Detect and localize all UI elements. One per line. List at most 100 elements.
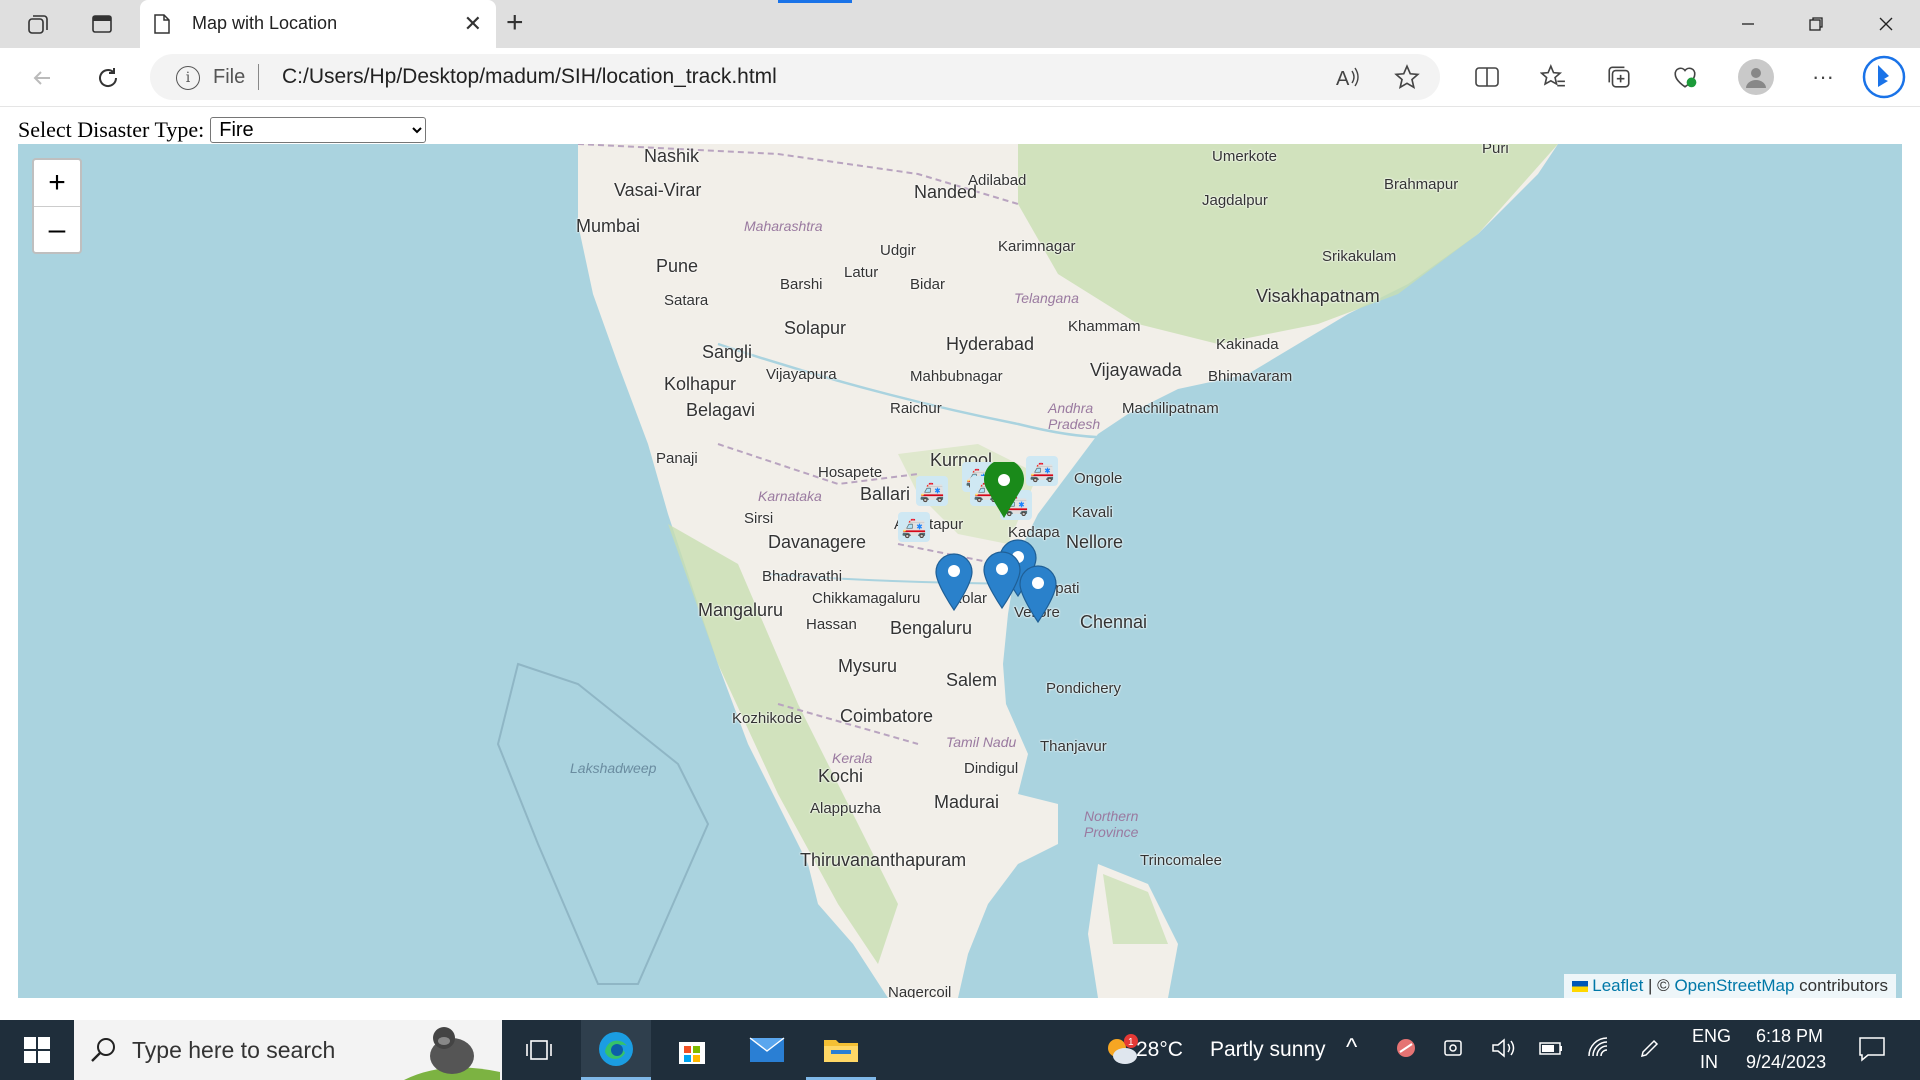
blue-location-pin[interactable] bbox=[982, 550, 1022, 610]
divider bbox=[258, 64, 259, 90]
ambulance-marker[interactable]: 🚑 bbox=[916, 476, 948, 506]
gorilla-illustration-icon bbox=[404, 1027, 500, 1080]
bing-copilot-icon[interactable] bbox=[1862, 55, 1906, 99]
address-bar[interactable]: i File C:/Users/Hp/Desktop/madum/SIH/loc… bbox=[150, 54, 1440, 100]
leaflet-link[interactable]: Leaflet bbox=[1592, 976, 1643, 995]
notifications-icon[interactable] bbox=[1858, 1036, 1886, 1068]
map-label: Dindigul bbox=[964, 760, 1019, 777]
map-label: Davanagere bbox=[768, 532, 867, 552]
browser-title-bar: Map with Location ✕ + bbox=[0, 0, 1920, 48]
map-label: Nagercoil bbox=[888, 984, 952, 998]
windows-taskbar: Type here to search 1 28°C Partly sunny … bbox=[0, 1020, 1920, 1080]
wifi-icon[interactable] bbox=[1586, 1036, 1612, 1066]
favorite-star-icon[interactable] bbox=[1390, 60, 1424, 94]
zoom-in-button[interactable]: + bbox=[34, 160, 80, 207]
blue-location-pin[interactable] bbox=[1018, 564, 1058, 624]
show-hidden-icons-icon[interactable]: ^ bbox=[1346, 1034, 1357, 1062]
mail-icon[interactable] bbox=[732, 1020, 802, 1080]
language-code[interactable]: ENG bbox=[1692, 1026, 1731, 1047]
taskbar-search-box[interactable]: Type here to search bbox=[74, 1020, 502, 1080]
collections-icon[interactable] bbox=[1602, 60, 1636, 94]
more-options-icon[interactable]: ··· bbox=[1806, 60, 1840, 94]
restore-icon[interactable] bbox=[1786, 8, 1846, 40]
close-window-icon[interactable] bbox=[1856, 8, 1916, 40]
weather-temperature[interactable]: 28°C bbox=[1136, 1038, 1183, 1062]
loading-indicator bbox=[778, 0, 852, 3]
clock-time[interactable]: 6:18 PM bbox=[1756, 1026, 1823, 1047]
map-label: Karnataka bbox=[758, 488, 822, 504]
map-label: Ballari bbox=[860, 484, 911, 504]
map-label: Ongole bbox=[1074, 470, 1123, 487]
map-label: Mysuru bbox=[838, 656, 898, 676]
map-label: Tamil Nadu bbox=[946, 734, 1017, 750]
map-label: Bhadravathi bbox=[762, 568, 843, 585]
document-icon bbox=[154, 14, 170, 34]
map-label: Madurai bbox=[934, 792, 1000, 812]
map-label: Sirsi bbox=[744, 510, 774, 527]
map-label: Bidar bbox=[910, 276, 946, 293]
map-label: Khammam bbox=[1068, 318, 1141, 335]
close-tab-icon[interactable]: ✕ bbox=[464, 11, 482, 37]
map-label: Hyderabad bbox=[946, 334, 1035, 354]
battery-icon[interactable] bbox=[1538, 1036, 1564, 1066]
vertical-tabs-icon[interactable] bbox=[82, 8, 122, 40]
green-location-marker[interactable] bbox=[974, 462, 1034, 522]
map-label: Lakshadweep bbox=[570, 760, 657, 776]
zoom-control: + – bbox=[32, 158, 82, 254]
new-tab-icon[interactable]: + bbox=[506, 6, 524, 40]
minimize-icon[interactable] bbox=[1718, 8, 1778, 40]
map-label: Mahbubnagar bbox=[910, 368, 1003, 385]
blue-location-pin[interactable] bbox=[934, 552, 974, 612]
zoom-out-button[interactable]: – bbox=[34, 207, 80, 253]
weather-description[interactable]: Partly sunny bbox=[1210, 1038, 1326, 1062]
map-label: Srikakulam bbox=[1322, 248, 1397, 265]
map-label: Raichur bbox=[890, 400, 942, 417]
map-label: Pune bbox=[656, 256, 699, 276]
windows-start-icon[interactable] bbox=[2, 1020, 72, 1080]
meet-now-icon[interactable] bbox=[1442, 1036, 1466, 1066]
disaster-type-select[interactable]: Fire bbox=[210, 117, 427, 143]
map-label: Nellore bbox=[1066, 532, 1124, 552]
pen-icon[interactable] bbox=[1638, 1036, 1662, 1066]
map-label: Umerkote bbox=[1212, 148, 1278, 165]
clock-date[interactable]: 9/24/2023 bbox=[1746, 1052, 1826, 1073]
browser-tab[interactable]: Map with Location ✕ bbox=[140, 0, 496, 48]
url-text[interactable]: C:/Users/Hp/Desktop/madum/SIH/location_t… bbox=[282, 65, 777, 89]
task-view-icon[interactable] bbox=[504, 1020, 574, 1080]
map-label: Kochi bbox=[818, 766, 864, 786]
map-label: Kakinada bbox=[1216, 336, 1279, 353]
map-label: Kolhapur bbox=[664, 374, 737, 394]
map-label: Nashik bbox=[644, 146, 700, 166]
openstreetmap-link[interactable]: OpenStreetMap bbox=[1674, 976, 1794, 995]
file-explorer-icon[interactable] bbox=[806, 1020, 876, 1080]
ambulance-marker[interactable]: 🚑 bbox=[898, 512, 930, 542]
map-label: Vasai-Virar bbox=[614, 180, 702, 200]
scheme-label: File bbox=[213, 66, 246, 88]
volume-icon[interactable] bbox=[1490, 1036, 1516, 1066]
tray-app-icon[interactable] bbox=[1394, 1036, 1418, 1066]
attribution-tail: contributors bbox=[1794, 976, 1888, 995]
refresh-icon[interactable] bbox=[90, 60, 126, 96]
map-label: Salem bbox=[946, 670, 998, 690]
map-attribution: Leaflet | © OpenStreetMap contributors bbox=[1563, 974, 1896, 998]
disaster-type-label: Select Disaster Type: bbox=[18, 117, 205, 142]
map-label: Belagavi bbox=[686, 400, 756, 420]
favorites-icon[interactable] bbox=[1536, 60, 1570, 94]
browser-essentials-icon[interactable] bbox=[1668, 60, 1702, 94]
profile-avatar[interactable] bbox=[1738, 59, 1774, 95]
info-icon[interactable]: i bbox=[176, 66, 200, 90]
split-screen-icon[interactable] bbox=[1470, 60, 1504, 94]
edge-taskbar-icon[interactable] bbox=[581, 1020, 651, 1080]
map-label: Kavali bbox=[1072, 504, 1113, 521]
search-icon bbox=[91, 1038, 115, 1062]
map-label: Kerala bbox=[832, 750, 873, 766]
microsoft-store-icon[interactable] bbox=[657, 1020, 727, 1080]
map-label: Vijayawada bbox=[1090, 360, 1182, 380]
language-region[interactable]: IN bbox=[1700, 1052, 1718, 1073]
map-label: Puri bbox=[1482, 144, 1509, 157]
read-aloud-icon[interactable]: A bbox=[1330, 60, 1364, 94]
map-label: Panaji bbox=[656, 450, 698, 467]
back-icon[interactable] bbox=[24, 60, 60, 96]
workspaces-icon[interactable] bbox=[18, 8, 58, 40]
leaflet-map[interactable]: Nashik Vasai-Virar Mumbai Nanded Adilaba… bbox=[18, 144, 1902, 998]
